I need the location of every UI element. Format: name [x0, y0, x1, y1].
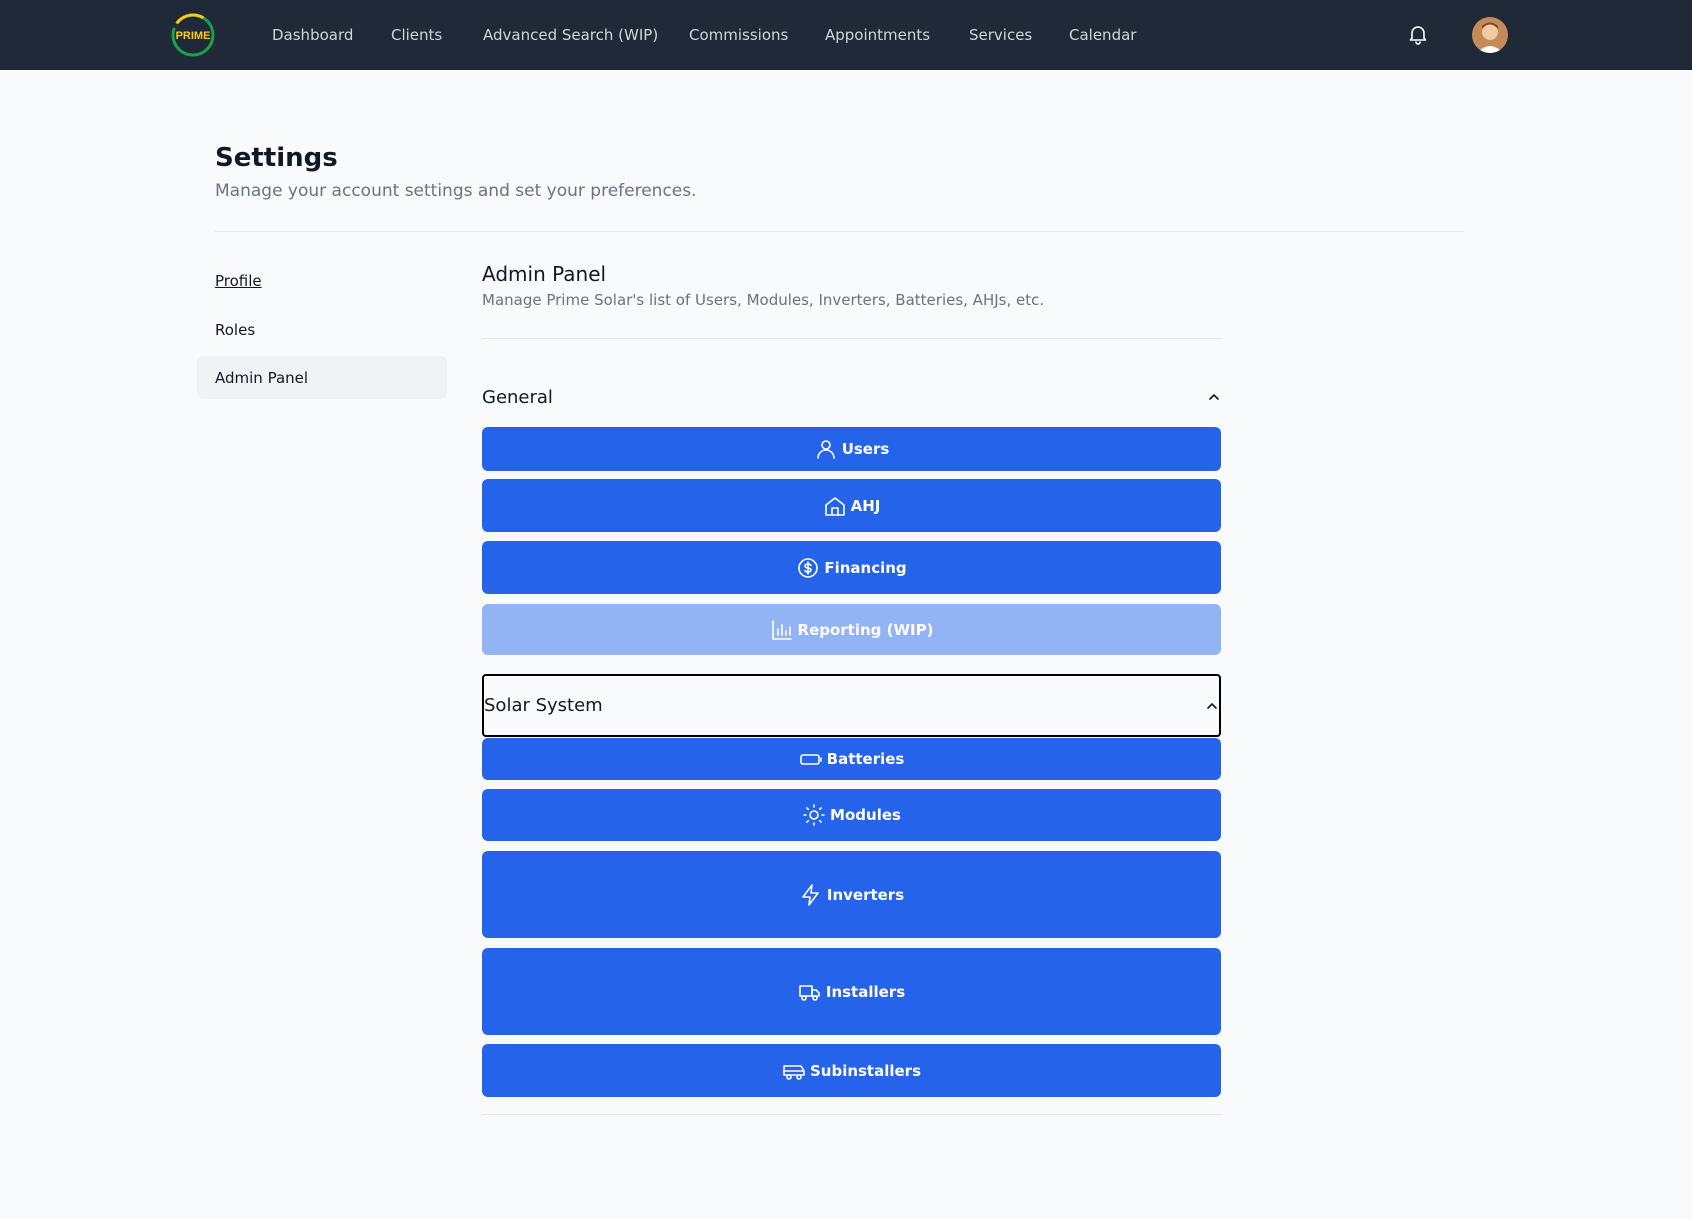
- modules-button[interactable]: Modules: [482, 789, 1221, 841]
- nav-commissions[interactable]: Commissions: [689, 26, 788, 44]
- subinstallers-button[interactable]: Subinstallers: [482, 1044, 1221, 1097]
- batteries-button-label: Batteries: [826, 750, 905, 768]
- dollar-circle-icon: [798, 557, 819, 578]
- ahj-button[interactable]: AHJ: [482, 479, 1221, 532]
- sidebar-item-admin-panel[interactable]: Admin Panel: [215, 369, 308, 387]
- home-icon: [824, 496, 845, 516]
- chevron-up-icon: [1209, 394, 1219, 400]
- divider: [482, 1114, 1221, 1115]
- admin-panel-title: Admin Panel: [482, 262, 607, 286]
- avatar[interactable]: [1472, 17, 1508, 53]
- battery-icon: [799, 754, 822, 765]
- users-button-label: Users: [841, 440, 890, 458]
- installers-button-label: Installers: [825, 982, 906, 1001]
- users-button[interactable]: Users: [482, 427, 1221, 471]
- top-navigation: PRIME Dashboard Clients Advanced Search …: [0, 0, 1692, 70]
- modules-button-label: Modules: [830, 806, 901, 824]
- bar-chart-icon: [771, 619, 792, 640]
- nav-dashboard[interactable]: Dashboard: [272, 26, 353, 44]
- divider: [215, 231, 1464, 232]
- chevron-up-icon: [1207, 702, 1217, 709]
- sun-icon: [803, 804, 825, 826]
- inverters-button[interactable]: Inverters: [482, 851, 1221, 938]
- admin-panel-subtitle: Manage Prime Solar's list of Users, Modu…: [482, 291, 1045, 309]
- reporting-button: Reporting (WIP): [482, 604, 1221, 655]
- section-solar-system-header[interactable]: Solar System: [482, 674, 1221, 737]
- page-title: Settings: [215, 143, 338, 173]
- nav-services[interactable]: Services: [969, 26, 1032, 44]
- reporting-button-label: Reporting (WIP): [797, 620, 934, 639]
- truck-icon: [799, 984, 820, 1001]
- section-solar-system-label: Solar System: [484, 695, 603, 716]
- sidebar-item-profile[interactable]: Profile: [215, 272, 262, 290]
- divider: [482, 338, 1221, 339]
- bell-icon[interactable]: [1406, 22, 1430, 46]
- section-general-header[interactable]: General: [482, 380, 1221, 414]
- van-icon: [783, 1064, 805, 1080]
- installers-button[interactable]: Installers: [482, 948, 1221, 1035]
- financing-button-label: Financing: [824, 558, 907, 577]
- user-icon: [816, 440, 835, 459]
- nav-appointments[interactable]: Appointments: [825, 26, 930, 44]
- bolt-icon: [802, 883, 819, 906]
- nav-calendar[interactable]: Calendar: [1069, 26, 1136, 44]
- inverters-button-label: Inverters: [826, 885, 905, 904]
- svg-text:PRIME: PRIME: [176, 30, 211, 42]
- batteries-button[interactable]: Batteries: [482, 738, 1221, 780]
- page-subtitle: Manage your account settings and set you…: [215, 181, 697, 201]
- prime-logo[interactable]: PRIME: [170, 12, 216, 58]
- subinstallers-button-label: Subinstallers: [809, 1061, 922, 1080]
- section-general-label: General: [482, 386, 553, 408]
- nav-clients[interactable]: Clients: [391, 26, 442, 44]
- sidebar-item-roles[interactable]: Roles: [215, 321, 255, 339]
- nav-advanced-search[interactable]: Advanced Search (WIP): [483, 26, 658, 44]
- financing-button[interactable]: Financing: [482, 541, 1221, 594]
- ahj-button-label: AHJ: [850, 496, 881, 515]
